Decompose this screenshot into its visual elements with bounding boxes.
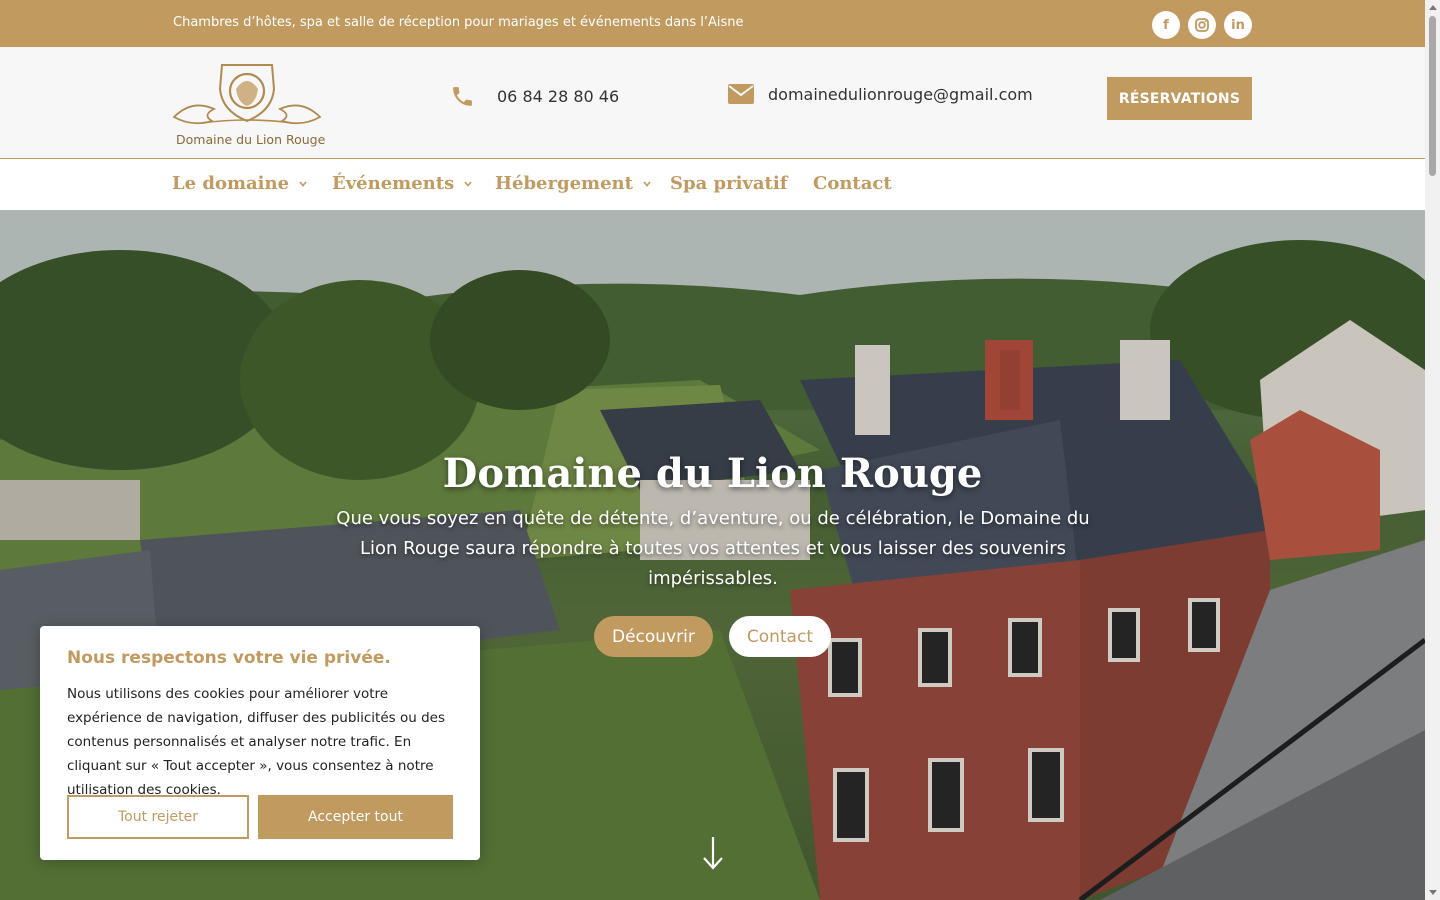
nav-item-label: Le domaine: [172, 173, 290, 194]
cookie-title: Nous respectons votre vie privée.: [67, 648, 391, 668]
reservations-button[interactable]: RÉSERVATIONS: [1107, 77, 1252, 120]
instagram-icon[interactable]: [1188, 11, 1216, 39]
accept-all-button[interactable]: Accepter tout: [258, 795, 453, 839]
phone-contact[interactable]: 06 84 28 80 46: [450, 84, 619, 109]
nav-item-spa-privatif[interactable]: Spa privatif: [670, 173, 787, 194]
nav-item-label: Contact: [813, 173, 892, 194]
nav-item-contact[interactable]: Contact: [813, 173, 892, 194]
email-address: domainedulionrouge@gmail.com: [768, 84, 1033, 104]
facebook-icon[interactable]: f: [1152, 11, 1180, 39]
linkedin-icon[interactable]: in: [1224, 11, 1252, 39]
contact-button[interactable]: Contact: [728, 616, 831, 657]
chevron-down-icon: [299, 180, 307, 187]
phone-number: 06 84 28 80 46: [497, 87, 620, 106]
nav-item-label: Spa privatif: [670, 173, 788, 194]
tagline: Chambres d’hôtes, spa et salle de récept…: [173, 15, 744, 30]
nav-item-label: Événements: [332, 173, 455, 194]
scrollbar-thumb[interactable]: [1429, 16, 1436, 176]
discover-button[interactable]: Découvrir: [594, 616, 713, 657]
hero-subtitle: Que vous soyez en quête de détente, d’av…: [336, 508, 1090, 589]
chevron-down-icon: [643, 180, 651, 187]
logo-text: Domaine du Lion Rouge: [176, 132, 326, 147]
reject-all-button[interactable]: Tout rejeter: [67, 795, 249, 839]
cookie-consent-banner: Nous respectons votre vie privée. Nous u…: [40, 626, 480, 860]
scroll-down-icon[interactable]: [1429, 890, 1437, 895]
nav-item-le-domaine[interactable]: Le domaine: [172, 173, 307, 194]
lion-crest-icon: [172, 64, 322, 125]
phone-icon: [453, 87, 472, 106]
nav-item-hebergement[interactable]: Hébergement: [495, 173, 651, 194]
hero-title: Domaine du Lion Rouge: [442, 450, 983, 497]
nav-item-label: Hébergement: [495, 173, 633, 194]
nav-item-evenements[interactable]: Événements: [332, 173, 472, 194]
chevron-down-icon: [464, 180, 472, 187]
email-contact[interactable]: domainedulionrouge@gmail.com: [728, 84, 1033, 104]
cookie-text: Nous utilisons des cookies pour améliore…: [67, 686, 445, 798]
cookie-buttons: Tout rejeter Accepter tout: [67, 795, 453, 839]
top-bar: Chambres d’hôtes, spa et salle de récept…: [0, 0, 1425, 47]
main-nav: Le domaine Événements Hébergement Spa pr…: [0, 159, 1425, 210]
scroll-up-icon[interactable]: [1429, 5, 1437, 10]
site-header: Domaine du Lion Rouge 06 84 28 80 46 dom…: [0, 47, 1425, 159]
arrow-down-icon[interactable]: [702, 836, 724, 870]
social-links: f in: [1152, 11, 1252, 39]
page-scrollbar[interactable]: [1425, 0, 1440, 900]
envelope-icon: [728, 84, 754, 104]
site-logo[interactable]: Domaine du Lion Rouge: [172, 59, 326, 151]
